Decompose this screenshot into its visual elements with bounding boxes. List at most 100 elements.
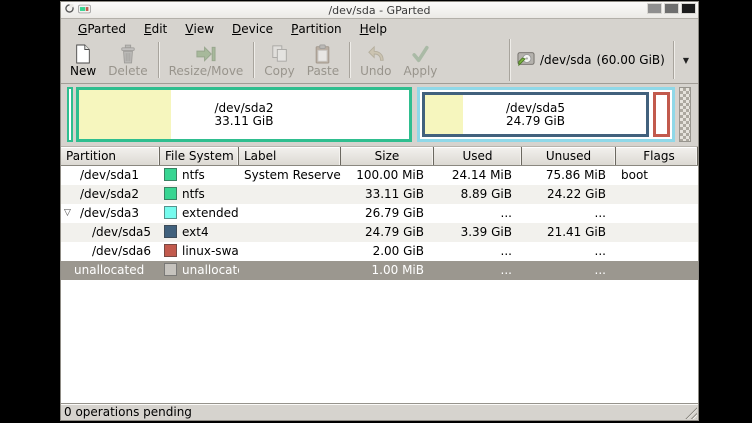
header-unused[interactable]: Unused	[522, 147, 616, 165]
used-cell: 3.39 GiB	[434, 223, 522, 242]
menu-partition[interactable]: Partition	[282, 19, 351, 38]
table-row-dev-sda5[interactable]: /dev/sda5ext424.79 GiB3.39 GiB21.41 GiB	[61, 223, 698, 242]
menu-gparted[interactable]: GParted	[69, 19, 135, 38]
size-cell: 24.79 GiB	[341, 223, 434, 242]
size-cell: 26.79 GiB	[341, 204, 434, 223]
menu-edit[interactable]: Edit	[135, 19, 176, 38]
size-cell: 100.00 MiB	[341, 166, 434, 185]
table-row-dev-sda1[interactable]: /dev/sda1ntfsSystem Reserved100.00 MiB24…	[61, 166, 698, 185]
unused-cell: ...	[522, 261, 616, 280]
filesystem-cell: extended	[160, 204, 239, 223]
header-label[interactable]: Label	[239, 147, 341, 165]
fs-color-swatch	[164, 187, 177, 200]
unused-cell: 75.86 MiB	[522, 166, 616, 185]
flags-cell	[616, 223, 698, 242]
gparted-window: /dev/sda - GParted GParted Edit View Dev…	[60, 1, 699, 421]
disk-visual-panel: /dev/sda233.11 GiB/dev/sda524.79 GiB	[61, 84, 698, 147]
copy-button[interactable]: Copy	[258, 39, 300, 81]
disk-bar-segment-dev-sda6[interactable]	[653, 92, 670, 137]
filesystem-cell: linux-swap	[160, 242, 239, 261]
apply-check-icon	[409, 43, 431, 64]
partition-table-body: /dev/sda1ntfsSystem Reserved100.00 MiB24…	[61, 166, 698, 280]
toolbar-separator	[158, 42, 159, 78]
gparted-app-icon	[78, 3, 91, 18]
header-used[interactable]: Used	[434, 147, 522, 165]
apply-button[interactable]: Apply	[398, 39, 444, 81]
used-cell: ...	[434, 261, 522, 280]
flags-cell: boot	[616, 166, 698, 185]
size-cell: 33.11 GiB	[341, 185, 434, 204]
resize-grip-icon[interactable]	[684, 406, 697, 419]
flags-cell	[616, 204, 698, 223]
close-button[interactable]	[681, 3, 696, 14]
partition-cell: ▽/dev/sda3	[61, 204, 160, 223]
device-selector[interactable]: /dev/sda (60.00 GiB) ▼	[509, 39, 696, 81]
expander-icon[interactable]: ▽	[64, 204, 71, 223]
disk-bar-segment-dev-sda1[interactable]	[67, 87, 73, 142]
size-cell: 1.00 MiB	[341, 261, 434, 280]
disk-bar-segment-dev-sda3[interactable]: /dev/sda524.79 GiB	[417, 87, 675, 142]
label-cell	[239, 261, 341, 280]
maximize-button[interactable]	[664, 3, 679, 14]
label-cell	[239, 204, 341, 223]
partition-cell: /dev/sda6	[61, 242, 160, 261]
segment-label: /dev/sda524.79 GiB	[425, 95, 646, 134]
resize-move-button[interactable]: Resize/Move	[163, 39, 250, 81]
menu-device[interactable]: Device	[223, 19, 282, 38]
table-row-dev-sda3[interactable]: ▽/dev/sda3extended26.79 GiB......	[61, 204, 698, 223]
menu-help[interactable]: Help	[351, 19, 396, 38]
label-cell	[239, 242, 341, 261]
delete-trash-icon	[117, 43, 139, 64]
disk-bar-segment-unallocated[interactable]	[679, 87, 691, 142]
table-header: Partition File System Label Size Used Un…	[61, 147, 698, 166]
flags-cell	[616, 261, 698, 280]
disk-icon	[517, 50, 535, 70]
fs-color-swatch	[164, 263, 177, 276]
titlebar[interactable]: /dev/sda - GParted	[61, 2, 698, 19]
fs-color-swatch	[164, 244, 177, 257]
combo-separator	[673, 41, 674, 79]
undo-button[interactable]: Undo	[354, 39, 397, 81]
unused-cell: 24.22 GiB	[522, 185, 616, 204]
partition-cell: /dev/sda1	[61, 166, 160, 185]
resize-move-icon	[195, 43, 217, 64]
disk-bar-segment-dev-sda2[interactable]: /dev/sda233.11 GiB	[76, 87, 412, 142]
used-cell: ...	[434, 242, 522, 261]
disk-bar: /dev/sda233.11 GiB/dev/sda524.79 GiB	[65, 87, 694, 142]
toolbar: New Delete Resize/Move Copy Paste	[61, 38, 698, 84]
new-partition-icon	[72, 43, 94, 64]
table-row-unallocated[interactable]: unallocatedunallocated1.00 MiB......	[61, 261, 698, 280]
segment-label: /dev/sda233.11 GiB	[79, 90, 409, 139]
device-path: /dev/sda	[540, 53, 591, 67]
header-size[interactable]: Size	[341, 147, 434, 165]
partition-table: Partition File System Label Size Used Un…	[61, 147, 698, 403]
delete-button[interactable]: Delete	[102, 39, 153, 81]
new-button[interactable]: New	[64, 39, 102, 81]
table-row-dev-sda2[interactable]: /dev/sda2ntfs33.11 GiB8.89 GiB24.22 GiB	[61, 185, 698, 204]
filesystem-cell: ntfs	[160, 166, 239, 185]
label-cell	[239, 185, 341, 204]
window-menu-icon[interactable]	[64, 3, 75, 17]
menubar: GParted Edit View Device Partition Help	[61, 19, 698, 38]
menu-view[interactable]: View	[176, 19, 223, 38]
toolbar-separator	[253, 42, 254, 78]
filesystem-cell: ntfs	[160, 185, 239, 204]
toolbar-separator	[349, 42, 350, 78]
chevron-down-icon[interactable]: ▼	[680, 56, 692, 65]
table-row-dev-sda6[interactable]: /dev/sda6linux-swap2.00 GiB......	[61, 242, 698, 261]
header-flags[interactable]: Flags	[616, 147, 698, 165]
partition-cell: /dev/sda2	[61, 185, 160, 204]
copy-icon	[269, 43, 291, 64]
disk-bar-segment-dev-sda5[interactable]: /dev/sda524.79 GiB	[422, 92, 649, 137]
size-cell: 2.00 GiB	[341, 242, 434, 261]
fs-color-swatch	[164, 168, 177, 181]
used-cell: ...	[434, 204, 522, 223]
partition-cell: /dev/sda5	[61, 223, 160, 242]
label-cell	[239, 223, 341, 242]
filesystem-cell: ext4	[160, 223, 239, 242]
header-partition[interactable]: Partition	[61, 147, 160, 165]
fs-color-swatch	[164, 206, 177, 219]
paste-button[interactable]: Paste	[301, 39, 345, 81]
header-file-system[interactable]: File System	[160, 147, 239, 165]
minimize-button[interactable]	[647, 3, 662, 14]
